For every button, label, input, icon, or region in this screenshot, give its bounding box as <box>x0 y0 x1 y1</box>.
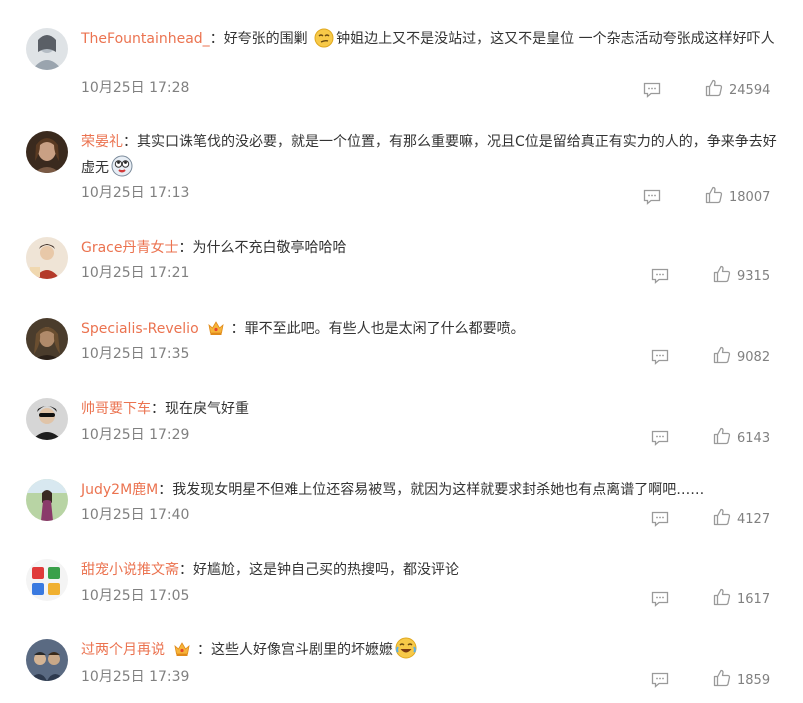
comment-bubble-icon[interactable] <box>651 511 669 527</box>
username-link[interactable]: Specialis-Revelio <box>81 321 199 337</box>
thumbs-up-icon <box>713 669 731 691</box>
comment-text: 现在戾气好重 <box>165 401 249 417</box>
separator: ： <box>179 562 193 578</box>
comment-text: 为什么不充白敬亭哈哈哈 <box>192 240 347 256</box>
comment-bubble-icon[interactable] <box>643 189 661 205</box>
comment-text: 好尴尬，这是钟自己买的热搜吗，都没评论 <box>193 562 459 578</box>
like-button[interactable]: 9082 <box>713 346 771 368</box>
avatar[interactable] <box>26 639 68 681</box>
username-link[interactable]: 帅哥要下车 <box>81 401 151 417</box>
comment-time: 10月25日 17:05 <box>81 588 190 604</box>
like-count: 9315 <box>737 268 771 284</box>
like-count: 6143 <box>737 430 771 446</box>
comment-time: 10月25日 17:39 <box>81 669 190 685</box>
avatar[interactable] <box>26 237 68 279</box>
thumbs-up-icon <box>705 79 723 101</box>
like-button[interactable]: 18007 <box>705 186 771 208</box>
comment-bubble-icon[interactable] <box>651 591 669 607</box>
like-count: 18007 <box>729 189 771 205</box>
comment-bubble-icon[interactable] <box>651 349 669 365</box>
separator: ： <box>123 134 137 150</box>
comment-text-block: 荣晏礼：其实口诛笔伐的没必要，就是一个位置，有那么重要嘛，况且C位是留给真正有实… <box>81 129 781 186</box>
thumbs-up-icon <box>705 186 723 208</box>
like-count: 1617 <box>737 591 771 607</box>
comment-time: 10月25日 17:21 <box>81 265 190 281</box>
avatar[interactable] <box>26 131 68 173</box>
thumbs-up-icon <box>713 346 731 368</box>
vip-crown-icon <box>173 640 191 667</box>
avatar[interactable] <box>26 559 68 601</box>
like-count: 4127 <box>737 511 771 527</box>
comment-text-block: Grace丹青女士：为什么不充白敬亭哈哈哈 <box>81 235 781 261</box>
laughing-tears-emoji <box>395 637 417 668</box>
like-count: 1859 <box>737 672 771 688</box>
like-button[interactable]: 4127 <box>713 508 771 530</box>
thumbs-up-icon <box>713 427 731 449</box>
like-count: 24594 <box>729 82 771 98</box>
comment-text-block: 过两个月再说 ：这些人好像宫斗剧里的坏嬷嬷 <box>81 637 781 668</box>
separator: ： <box>151 401 165 417</box>
comment-text: 我发现女明星不但难上位还容易被骂，就因为这样就要求封杀她也有点离谱了啊吧…… <box>172 482 705 498</box>
comment-text: 其实口诛笔伐的没必要，就是一个位置，有那么重要嘛，况且C位是留给真正有实力的人的… <box>81 134 777 176</box>
username-link[interactable]: 甜宠小说推文斋 <box>81 562 179 578</box>
comment-text: 这些人好像宫斗剧里的坏嬷嬷 <box>211 642 393 658</box>
comment-text-block: Specialis-Revelio ：罪不至此吧。有些人也是太闲了什么都要喷。 <box>81 316 781 346</box>
comment-time: 10月25日 17:28 <box>81 80 190 96</box>
comment-text: 好夸张的围剿 <box>223 31 308 47</box>
vip-crown-icon <box>207 319 225 346</box>
username-link[interactable]: Judy2M鹿M <box>81 482 158 498</box>
avatar[interactable] <box>26 318 68 360</box>
separator: ： <box>197 642 211 658</box>
like-button[interactable]: 6143 <box>713 427 771 449</box>
comment-bubble-icon[interactable] <box>643 82 661 98</box>
comment-list: TheFountainhead_：好夸张的围剿 钟姐边上又不是没站过，这又不是皇… <box>0 0 803 703</box>
separator: ： <box>158 482 173 498</box>
thumbs-up-icon <box>713 508 731 530</box>
username-link[interactable]: TheFountainhead_ <box>81 31 210 47</box>
like-button[interactable]: 1617 <box>713 588 771 610</box>
comment-text-continued: 钟姐边上又不是没站过，这又不是皇位 一个杂志活动夸张成这样好吓人 <box>336 31 775 47</box>
smirk-face-emoji <box>314 28 334 57</box>
comment-bubble-icon[interactable] <box>651 672 669 688</box>
rolling-eyes-emoji <box>111 155 133 186</box>
avatar[interactable] <box>26 398 68 440</box>
separator: ： <box>178 240 193 256</box>
username-link[interactable]: 荣晏礼 <box>81 134 123 150</box>
like-count: 9082 <box>737 349 771 365</box>
username-link[interactable]: Grace丹青女士 <box>81 240 179 256</box>
like-button[interactable]: 1859 <box>713 669 771 691</box>
comment-text-block: TheFountainhead_：好夸张的围剿 钟姐边上又不是没站过，这又不是皇… <box>81 26 781 57</box>
comment-text-block: 甜宠小说推文斋：好尴尬，这是钟自己买的热搜吗，都没评论 <box>81 557 781 583</box>
thumbs-up-icon <box>713 265 731 287</box>
comment-bubble-icon[interactable] <box>651 430 669 446</box>
comment-time: 10月25日 17:29 <box>81 427 190 443</box>
separator: ： <box>230 321 245 337</box>
avatar[interactable] <box>26 479 68 521</box>
separator: ： <box>209 31 224 47</box>
like-button[interactable]: 24594 <box>705 79 771 101</box>
avatar[interactable] <box>26 28 68 70</box>
comment-time: 10月25日 17:13 <box>81 185 190 201</box>
comment-time: 10月25日 17:40 <box>81 507 190 523</box>
comment-bubble-icon[interactable] <box>651 268 669 284</box>
comment-time: 10月25日 17:35 <box>81 346 190 362</box>
comment-text-block: Judy2M鹿M：我发现女明星不但难上位还容易被骂，就因为这样就要求封杀她也有点… <box>81 477 781 503</box>
thumbs-up-icon <box>713 588 731 610</box>
username-link[interactable]: 过两个月再说 <box>81 642 165 658</box>
comment-text-block: 帅哥要下车：现在戾气好重 <box>81 396 781 422</box>
comment-text: 罪不至此吧。有些人也是太闲了什么都要喷。 <box>244 321 525 337</box>
like-button[interactable]: 9315 <box>713 265 771 287</box>
